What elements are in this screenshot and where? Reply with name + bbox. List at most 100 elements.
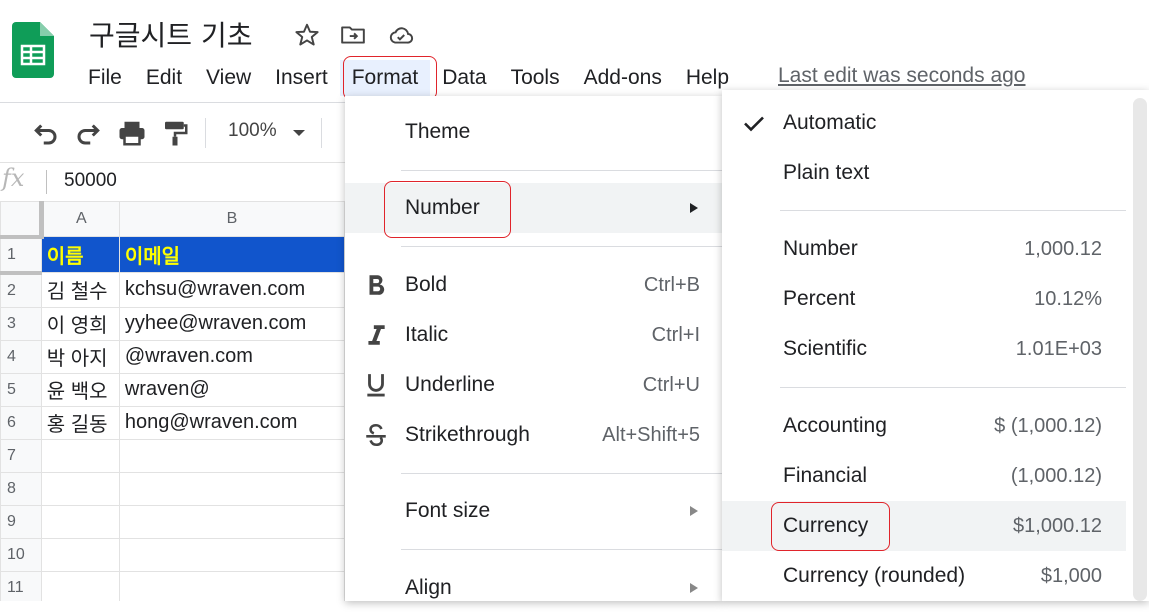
menu-item-label: Align bbox=[405, 576, 452, 599]
cell-b[interactable]: hong@wraven.com bbox=[118, 405, 345, 440]
column-header-b[interactable]: B bbox=[118, 201, 345, 237]
menu-separator bbox=[401, 473, 722, 474]
menu-file[interactable]: File bbox=[76, 60, 134, 96]
format-example: 10.12% bbox=[1034, 288, 1102, 310]
menu-tools[interactable]: Tools bbox=[499, 60, 572, 96]
row-header[interactable]: 2 bbox=[0, 272, 42, 308]
cell-a[interactable] bbox=[40, 438, 120, 473]
print-icon[interactable] bbox=[117, 118, 147, 148]
number-format-plain-text[interactable]: Plain text bbox=[722, 148, 1126, 198]
cell-b[interactable] bbox=[118, 504, 345, 539]
cell-a1[interactable]: 이름 bbox=[40, 236, 120, 273]
menu-item-label: Bold bbox=[405, 273, 448, 296]
cell-b[interactable] bbox=[118, 471, 345, 506]
format-menu-font-size[interactable]: Font size bbox=[345, 486, 722, 536]
number-format-percent[interactable]: Percent 10.12% bbox=[722, 274, 1126, 324]
row-header[interactable]: 5 bbox=[0, 372, 42, 407]
cell-b[interactable]: yyhee@wraven.com bbox=[118, 306, 345, 341]
submenu-arrow-icon bbox=[690, 506, 698, 516]
format-menu-strikethrough[interactable]: Strikethrough Alt+Shift+5 bbox=[345, 410, 722, 460]
row-header[interactable]: 10 bbox=[0, 537, 42, 572]
cell-a[interactable] bbox=[40, 471, 120, 506]
format-menu-bold[interactable]: Bold Ctrl+B bbox=[345, 260, 722, 310]
formula-input[interactable]: 50000 bbox=[64, 170, 117, 192]
row-header[interactable]: 9 bbox=[0, 504, 42, 539]
menu-item-shortcut: Ctrl+B bbox=[643, 274, 700, 296]
menu-separator bbox=[780, 387, 1126, 388]
cell-a[interactable] bbox=[40, 504, 120, 539]
format-example: 1,000.12 bbox=[1024, 238, 1102, 260]
menu-item-shortcut: Ctrl+U bbox=[642, 374, 700, 396]
menu-item-label: Percent bbox=[783, 287, 856, 310]
cell-a[interactable]: 박 아지 bbox=[40, 339, 120, 374]
menu-item-label: Italic bbox=[405, 323, 449, 346]
number-format-currency-rounded[interactable]: Currency (rounded) $1,000 bbox=[722, 551, 1126, 601]
move-folder-icon[interactable] bbox=[340, 22, 366, 48]
menu-view[interactable]: View bbox=[194, 60, 263, 96]
cell-b1[interactable]: 이메일 bbox=[118, 236, 345, 273]
format-menu-theme[interactable]: Theme bbox=[345, 107, 722, 157]
toolbar-divider bbox=[205, 118, 206, 148]
number-format-number[interactable]: Number 1,000.12 bbox=[722, 224, 1126, 274]
row-header[interactable]: 4 bbox=[0, 339, 42, 374]
formula-divider bbox=[46, 170, 47, 194]
column-header-a[interactable]: A bbox=[40, 201, 120, 237]
cell-a[interactable]: 홍 길동 bbox=[40, 405, 120, 440]
row-header[interactable]: 8 bbox=[0, 471, 42, 506]
cell-b[interactable] bbox=[118, 438, 345, 473]
number-format-financial[interactable]: Financial (1,000.12) bbox=[722, 451, 1126, 501]
cell-a[interactable] bbox=[40, 537, 120, 572]
zoom-select[interactable]: 100% bbox=[228, 120, 277, 142]
bold-icon bbox=[369, 275, 385, 295]
cell-b[interactable] bbox=[118, 537, 345, 572]
cell-a[interactable]: 김 철수 bbox=[40, 272, 120, 308]
cloud-saved-icon[interactable] bbox=[388, 22, 414, 48]
menu-edit[interactable]: Edit bbox=[134, 60, 194, 96]
format-example: $1,000.12 bbox=[1013, 515, 1102, 537]
cell-a[interactable]: 윤 백오 bbox=[40, 372, 120, 407]
cell-a[interactable] bbox=[40, 570, 120, 601]
row-header[interactable]: 7 bbox=[0, 438, 42, 473]
row-header[interactable]: 11 bbox=[0, 570, 42, 601]
sheet-grid: A B 1 이름 이메일 2 김 철수 kchsu@wraven.com 3 이… bbox=[0, 201, 345, 601]
menu-item-label: Font size bbox=[405, 499, 491, 522]
number-format-accounting[interactable]: Accounting $ (1,000.12) bbox=[722, 401, 1126, 451]
menu-item-label: Number bbox=[783, 237, 858, 260]
number-format-scientific[interactable]: Scientific 1.01E+03 bbox=[722, 324, 1126, 374]
submenu-arrow-icon bbox=[690, 583, 698, 593]
sheets-logo-icon[interactable] bbox=[12, 22, 54, 78]
cell-b[interactable]: @wraven.com bbox=[118, 339, 345, 374]
menu-insert[interactable]: Insert bbox=[263, 60, 340, 96]
last-edit-link[interactable]: Last edit was seconds ago bbox=[778, 64, 1026, 88]
format-example: (1,000.12) bbox=[1010, 465, 1102, 487]
menu-data[interactable]: Data bbox=[430, 60, 498, 96]
strikethrough-icon bbox=[366, 423, 386, 447]
format-menu-align[interactable]: Align bbox=[345, 563, 722, 613]
menu-add-ons[interactable]: Add-ons bbox=[572, 60, 674, 96]
cell-a[interactable]: 이 영희 bbox=[40, 306, 120, 341]
redo-icon[interactable] bbox=[74, 118, 104, 148]
menu-item-label: Strikethrough bbox=[405, 423, 530, 446]
cell-b[interactable]: wraven@ bbox=[118, 372, 345, 407]
select-all-corner[interactable] bbox=[0, 201, 44, 239]
format-example: $1,000 bbox=[1040, 565, 1102, 587]
star-icon[interactable] bbox=[294, 22, 320, 48]
doc-title[interactable]: 구글시트 기초 bbox=[89, 14, 252, 54]
number-format-automatic[interactable]: Automatic bbox=[722, 98, 1126, 148]
chevron-down-icon[interactable] bbox=[292, 128, 306, 138]
row-header[interactable]: 6 bbox=[0, 405, 42, 440]
format-menu-italic[interactable]: Italic Ctrl+I bbox=[345, 310, 722, 360]
row-header[interactable]: 3 bbox=[0, 306, 42, 341]
menu-item-shortcut: Alt+Shift+5 bbox=[602, 424, 700, 446]
cell-b[interactable] bbox=[118, 570, 345, 601]
undo-icon[interactable] bbox=[30, 118, 60, 148]
menu-separator bbox=[401, 549, 722, 550]
submenu-scrollbar[interactable] bbox=[1133, 98, 1147, 601]
menu-item-label: Automatic bbox=[783, 111, 877, 134]
cell-b[interactable]: kchsu@wraven.com bbox=[118, 272, 345, 308]
format-menu-underline[interactable]: Underline Ctrl+U bbox=[345, 360, 722, 410]
paint-format-icon[interactable] bbox=[160, 118, 190, 148]
row-header[interactable]: 1 bbox=[0, 236, 42, 275]
menu-item-shortcut: Ctrl+I bbox=[651, 324, 700, 346]
menu-item-label: Accounting bbox=[783, 414, 887, 437]
